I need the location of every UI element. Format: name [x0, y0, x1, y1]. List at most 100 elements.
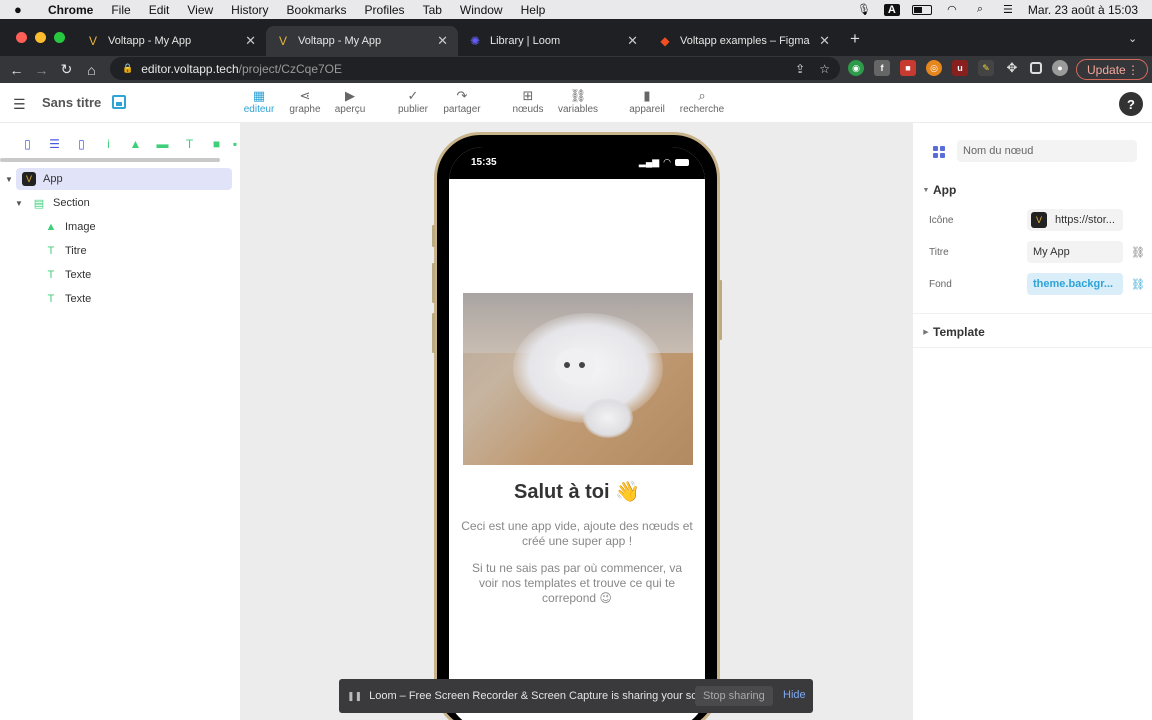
hamburger-menu-icon[interactable]: ☰	[13, 96, 26, 113]
new-tab-button[interactable]: +	[850, 30, 860, 47]
back-arrow-icon[interactable]: ←	[4, 62, 29, 78]
tool-recherche[interactable]: ⌕ recherche	[680, 87, 724, 116]
menubar-clock[interactable]: Mar. 23 août à 15:03	[1028, 3, 1138, 17]
close-window-button[interactable]	[16, 32, 27, 43]
editor-canvas[interactable]: 15:35 ▂▄▆ ◠ Salut à toi 👋 Ceci est une a…	[240, 123, 912, 720]
list-component-icon[interactable]: ☰	[41, 137, 68, 151]
layer-section[interactable]: ▼ ▤ Section	[14, 192, 90, 214]
lock-icon[interactable]: 🔒	[122, 63, 133, 74]
palette-scrollbar[interactable]	[0, 158, 220, 162]
prop-icon-value[interactable]: V https://stor...	[1027, 209, 1123, 231]
bookmark-star-icon[interactable]: ☆	[819, 62, 830, 76]
zoom-window-button[interactable]	[54, 32, 65, 43]
tool-noeuds[interactable]: ⊞ nœuds	[512, 87, 544, 116]
app-title-text[interactable]: Salut à toi 👋	[449, 479, 705, 504]
phone-screen[interactable]: 15:35 ▂▄▆ ◠ Salut à toi 👋 Ceci est une a…	[449, 147, 705, 720]
reload-icon[interactable]: ↻	[54, 61, 79, 78]
prop-bg-variable[interactable]: theme.backgr...	[1027, 273, 1123, 295]
menu-history[interactable]: History	[231, 3, 268, 17]
link-icon[interactable]: ⛓	[1131, 278, 1145, 291]
text-component-icon[interactable]: T	[176, 137, 203, 151]
browser-tab-voltapp-2[interactable]: V Voltapp - My App ✕	[266, 26, 458, 56]
section-template-header[interactable]: ▶ Template	[919, 325, 985, 339]
microphone-icon[interactable]: 🎙	[856, 4, 872, 16]
app-body-text-2[interactable]: Si tu ne sais pas par où commencer, va v…	[461, 561, 693, 606]
battery-icon[interactable]	[911, 4, 932, 15]
menu-profiles[interactable]: Profiles	[365, 3, 405, 17]
layer-texte-1[interactable]: T Texte	[44, 264, 92, 286]
input-source-icon[interactable]: A	[883, 3, 900, 16]
tool-editeur[interactable]: ▦ editeur	[244, 87, 275, 116]
extension-pen-icon[interactable]: ✎	[978, 60, 994, 76]
tool-apercu[interactable]: ▶ aperçu	[334, 87, 366, 116]
tool-variables[interactable]: ⛓ variables	[558, 87, 598, 116]
layer-app[interactable]: ▼ V App	[5, 168, 232, 190]
layer-texte-2[interactable]: T Texte	[44, 288, 92, 310]
menu-window[interactable]: Window	[460, 3, 503, 17]
profile-avatar[interactable]: ●	[1052, 60, 1068, 76]
collapse-caret-icon[interactable]: ▼	[919, 187, 933, 194]
stop-sharing-button[interactable]: Stop sharing	[695, 686, 773, 706]
menu-edit[interactable]: Edit	[149, 3, 170, 17]
menu-file[interactable]: File	[111, 3, 130, 17]
tool-graphe[interactable]: ⋖ graphe	[289, 87, 321, 116]
browser-tab-voltapp-1[interactable]: V Voltapp - My App ✕	[76, 26, 266, 56]
node-name-input[interactable]: Nom du nœud	[957, 140, 1137, 162]
prop-title-input[interactable]: My App	[1027, 241, 1123, 263]
mobile-component-icon[interactable]: ▯	[68, 137, 95, 151]
link-icon[interactable]: ⛓	[1131, 246, 1145, 259]
more-component-icon[interactable]: ▪	[230, 137, 240, 151]
extension-orange-icon[interactable]: ◎	[926, 60, 942, 76]
apple-icon[interactable]: ●	[14, 2, 30, 17]
close-tab-icon[interactable]: ✕	[819, 33, 830, 49]
document-title[interactable]: Sans titre	[42, 95, 101, 110]
close-tab-icon[interactable]: ✕	[245, 33, 256, 49]
spotlight-search-icon[interactable]: ⌕	[972, 3, 988, 16]
extensions-puzzle-icon[interactable]: ✥	[1004, 60, 1020, 76]
extension-red-icon[interactable]: ■	[900, 60, 916, 76]
address-bar[interactable]: 🔒 editor.voltapp.tech/project/CzCqe7OE ⇪…	[110, 57, 840, 80]
browser-tab-loom[interactable]: ✺ Library | Loom ✕	[458, 26, 648, 56]
control-center-icon[interactable]: ☰	[1000, 4, 1016, 16]
layer-titre[interactable]: T Titre	[44, 240, 87, 262]
extension-facebook-icon[interactable]: f	[874, 60, 890, 76]
share-page-icon[interactable]: ⇪	[795, 62, 805, 76]
menu-tab[interactable]: Tab	[423, 3, 442, 17]
hide-button[interactable]: Hide	[783, 689, 806, 701]
input-component-icon[interactable]: ■	[203, 137, 230, 151]
close-tab-icon[interactable]: ✕	[437, 33, 448, 49]
tool-partager[interactable]: ↷ partager	[442, 87, 482, 116]
collapse-caret-icon[interactable]: ▼	[4, 175, 14, 184]
menu-view[interactable]: View	[187, 3, 213, 17]
tool-appareil[interactable]: ▮ appareil	[629, 87, 665, 116]
forward-arrow-icon[interactable]: →	[29, 62, 54, 78]
browser-tab-figma[interactable]: ◆ Voltapp examples – Figma ✕	[648, 26, 840, 56]
update-button[interactable]: Update ⋮	[1076, 59, 1148, 80]
screen-component-icon[interactable]: ▯	[14, 137, 41, 151]
extension-green-icon[interactable]: ◉	[848, 60, 864, 76]
expand-caret-icon[interactable]: ▶	[919, 328, 933, 336]
extension-ublock-icon[interactable]: u	[952, 60, 968, 76]
wifi-icon[interactable]: ◠	[944, 4, 960, 16]
save-icon[interactable]	[112, 95, 126, 109]
tool-publier[interactable]: ✓ publier	[397, 87, 429, 116]
home-icon[interactable]: ⌂	[79, 62, 104, 78]
collapse-caret-icon[interactable]: ▼	[14, 199, 24, 208]
button-component-icon[interactable]: ▬	[149, 137, 176, 151]
side-panel-icon[interactable]	[1030, 62, 1042, 74]
cat-image[interactable]	[463, 293, 693, 465]
info-component-icon[interactable]: i	[95, 137, 122, 151]
layer-image[interactable]: ▲ Image	[44, 216, 96, 238]
minimize-window-button[interactable]	[35, 32, 46, 43]
menu-app[interactable]: Chrome	[48, 3, 93, 17]
section-app-header[interactable]: ▼ App	[919, 183, 957, 197]
tab-search-chevron-icon[interactable]: ⌄	[1128, 32, 1137, 45]
menu-help[interactable]: Help	[521, 3, 546, 17]
drag-handle-icon[interactable]: ❚❚	[347, 691, 362, 702]
close-tab-icon[interactable]: ✕	[627, 33, 638, 49]
app-body-text-1[interactable]: Ceci est une app vide, ajoute des nœuds …	[461, 519, 693, 549]
menu-bookmarks[interactable]: Bookmarks	[287, 3, 347, 17]
image-component-icon[interactable]: ▲	[122, 137, 149, 151]
help-button[interactable]: ?	[1119, 92, 1143, 116]
more-menu-icon[interactable]: ⋮	[1127, 63, 1139, 77]
